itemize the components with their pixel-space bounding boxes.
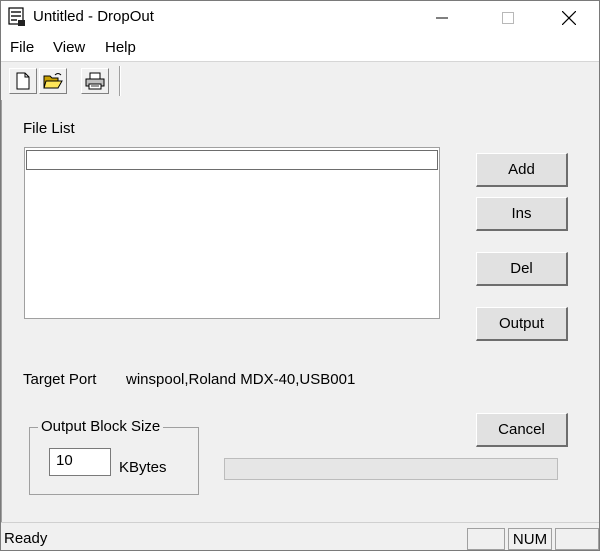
menu-view[interactable]: View <box>53 39 85 56</box>
toolbar-separator <box>119 66 121 96</box>
status-pane <box>555 528 599 550</box>
cancel-button[interactable]: Cancel <box>476 413 568 447</box>
open-folder-icon <box>43 73 63 89</box>
ins-button[interactable]: Ins <box>476 197 568 231</box>
window-title: Untitled - DropOut <box>33 8 154 25</box>
maximize-button[interactable] <box>485 1 531 34</box>
app-window: Untitled - DropOut File View Help File L… <box>0 0 600 551</box>
output-button[interactable]: Output <box>476 307 568 341</box>
print-icon <box>85 72 105 90</box>
file-list-label: File List <box>23 120 75 137</box>
block-size-unit: KBytes <box>119 459 167 476</box>
main-panel: File List Add Ins Del Output Target Port… <box>1 100 599 522</box>
minimize-button[interactable] <box>419 1 465 34</box>
status-bar: Ready NUM <box>1 522 599 550</box>
close-button[interactable] <box>546 1 592 34</box>
open-button[interactable] <box>39 68 67 94</box>
target-port-value: winspool,Roland MDX-40,USB001 <box>126 371 356 388</box>
file-list-box[interactable] <box>24 147 440 319</box>
menu-help[interactable]: Help <box>105 39 136 56</box>
menu-file[interactable]: File <box>10 39 34 56</box>
add-button[interactable]: Add <box>476 153 568 187</box>
progress-bar <box>224 458 558 480</box>
app-icon <box>7 7 27 27</box>
list-item[interactable] <box>26 150 438 170</box>
target-port-label: Target Port <box>23 371 97 388</box>
status-text: Ready <box>4 530 48 547</box>
num-lock-indicator: NUM <box>508 528 552 550</box>
minimize-icon <box>436 17 448 18</box>
print-button[interactable] <box>81 68 109 94</box>
status-pane <box>467 528 505 550</box>
title-bar: Untitled - DropOut <box>1 1 599 34</box>
del-button[interactable]: Del <box>476 252 568 286</box>
new-button[interactable] <box>9 68 37 94</box>
menu-bar: File View Help <box>1 34 599 61</box>
close-icon <box>562 10 576 25</box>
output-block-size-group: Output Block Size 10 KBytes <box>29 418 199 495</box>
maximize-icon <box>502 11 514 24</box>
output-block-size-title: Output Block Size <box>38 418 164 435</box>
new-document-icon <box>16 72 30 90</box>
toolbar <box>1 61 599 101</box>
block-size-input[interactable]: 10 <box>49 448 111 476</box>
